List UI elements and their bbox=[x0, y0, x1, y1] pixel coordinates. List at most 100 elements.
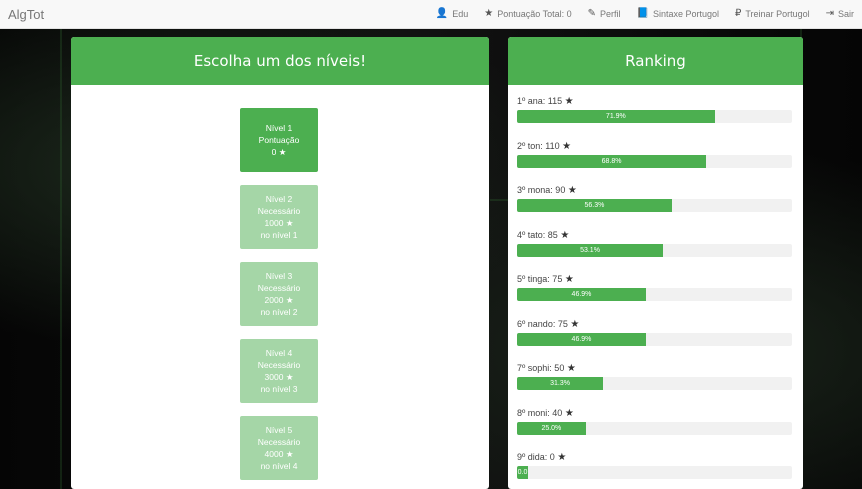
levels-panel: Escolha um dos níveis! Nível 1 Pontuação 0… bbox=[71, 37, 489, 489]
ranking-name-score: 1º ana: 115 bbox=[517, 96, 565, 106]
nav-links: 👤 Edu ★ Pontuação Total: 0 ✎ Perfil 📘 Sintaxe P… bbox=[428, 0, 862, 28]
nav-link-edit[interactable]: ✎ Perfil bbox=[580, 0, 629, 28]
nav-link-label: Edu bbox=[452, 9, 469, 19]
star-icon: ★ bbox=[564, 407, 574, 419]
code-icon: ₽ bbox=[735, 8, 742, 19]
ranking-label: 7º sophi: 50 ★ bbox=[517, 362, 793, 377]
level-line: Nível 5 bbox=[265, 425, 293, 435]
ranking-entry: 4º tato: 85 ★ 53.1% bbox=[517, 229, 793, 274]
ranking-name-score: 2º ton: 110 bbox=[517, 140, 563, 151]
level-line: no nível 3 bbox=[260, 384, 298, 394]
progress-bar: 46.9% bbox=[517, 288, 792, 301]
progress-bar: 56.3% bbox=[517, 199, 792, 212]
level-line: Necessário bbox=[257, 206, 301, 216]
progress-bar-fill: 25.0% bbox=[517, 421, 586, 435]
ranking-name-score: 4º tato: 85 bbox=[517, 229, 561, 240]
levels-panel-title: Escolha um dos níveis! bbox=[71, 37, 489, 85]
level-line: no nível 4 bbox=[260, 461, 298, 471]
brand-logo[interactable]: AlgTot bbox=[8, 7, 44, 22]
ranking-name-score: 6º nando: 75 bbox=[517, 318, 571, 329]
user-icon: 👤 bbox=[435, 8, 449, 19]
progress-bar: 46.9% bbox=[517, 332, 792, 346]
ranking-list: 1º ana: 115 ★ 71.9% 2º ton: 110 ★ 68.8% 3º m… bbox=[508, 85, 803, 489]
level-line: 2000 ★ bbox=[264, 295, 294, 305]
progress-bar-fill: 0.0 bbox=[517, 466, 528, 479]
ranking-panel: Ranking 1º ana: 115 ★ 71.9% 2º ton: 110 ★ 6… bbox=[508, 37, 803, 489]
level-line: no nível 2 bbox=[260, 307, 298, 317]
level-line: Nível 4 bbox=[265, 348, 293, 358]
star-icon: ★ bbox=[484, 8, 494, 19]
ranking-name-score: 5º tinga: 75 bbox=[517, 274, 565, 284]
star-icon: ★ bbox=[570, 318, 580, 330]
ranking-panel-title: Ranking bbox=[508, 37, 803, 85]
level-line: Nível 1 bbox=[265, 123, 293, 133]
level-line: Necessário bbox=[257, 437, 301, 447]
star-icon: ★ bbox=[560, 229, 570, 241]
ranking-label: 8º moni: 40 ★ bbox=[517, 407, 793, 422]
nav-link-label: Perfil bbox=[600, 9, 621, 19]
progress-bar-fill: 46.9% bbox=[517, 288, 646, 301]
level-line: Nível 3 bbox=[265, 271, 293, 281]
logout-icon: ⇥ bbox=[825, 8, 834, 19]
ranking-label: 5º tinga: 75 ★ bbox=[517, 273, 793, 288]
nav-link-code[interactable]: ₽ Treinar Portugol bbox=[727, 0, 818, 28]
ranking-label: 9º dida: 0 ★ bbox=[517, 451, 793, 466]
nav-link-user[interactable]: 👤 Edu bbox=[428, 0, 476, 28]
level-line: 0 ★ bbox=[271, 147, 287, 157]
nav-link-star[interactable]: ★ Pontuação Total: 0 bbox=[476, 0, 579, 28]
progress-bar-fill: 56.3% bbox=[517, 199, 672, 212]
ranking-entry: 6º nando: 75 ★ 46.9% bbox=[517, 318, 793, 363]
level-1-button[interactable]: Nível 1 Pontuação 0 ★ bbox=[240, 108, 318, 172]
progress-bar: 25.0% bbox=[517, 421, 792, 435]
ranking-label: 2º ton: 110 ★ bbox=[517, 140, 793, 155]
nav-link-book[interactable]: 📘 Sintaxe Portugol bbox=[629, 0, 728, 28]
star-icon: ★ bbox=[567, 185, 577, 196]
edit-icon: ✎ bbox=[587, 8, 596, 19]
ranking-entry: 5º tinga: 75 ★ 46.9% bbox=[517, 273, 793, 318]
ranking-name-score: 3º mona: 90 bbox=[517, 185, 568, 195]
progress-bar-fill: 71.9% bbox=[517, 110, 715, 123]
progress-bar: 68.8% bbox=[517, 154, 792, 168]
level-line: Necessário bbox=[257, 283, 301, 293]
level-5-button[interactable]: Nível 5 Necessário 4000 ★ no nível 4 bbox=[240, 416, 318, 480]
nav-link-logout[interactable]: ⇥ Sair bbox=[818, 0, 862, 28]
nav-link-label: Sintaxe Portugol bbox=[652, 9, 720, 19]
top-navbar: AlgTot 👤 Edu ★ Pontuação Total: 0 ✎ Perfil 📘 Si… bbox=[0, 0, 862, 29]
level-line: no nível 1 bbox=[260, 230, 298, 240]
ranking-entry: 7º sophi: 50 ★ 31.3% bbox=[517, 362, 793, 407]
ranking-name-score: 8º moni: 40 bbox=[517, 407, 565, 418]
progress-bar: 71.9% bbox=[517, 110, 792, 123]
nav-link-label: Pontuação Total: 0 bbox=[497, 9, 572, 19]
ranking-label: 4º tato: 85 ★ bbox=[517, 229, 793, 244]
progress-bar: 53.1% bbox=[517, 243, 792, 257]
ranking-entry: 8º moni: 40 ★ 25.0% bbox=[517, 407, 793, 452]
star-icon: ★ bbox=[564, 96, 574, 107]
progress-bar-fill: 53.1% bbox=[517, 243, 664, 257]
level-line: 1000 ★ bbox=[264, 218, 294, 228]
progress-bar: 0.0 bbox=[517, 466, 792, 479]
level-4-button[interactable]: Nível 4 Necessário 3000 ★ no nível 3 bbox=[240, 339, 318, 403]
book-icon: 📘 bbox=[636, 8, 649, 19]
level-2-button[interactable]: Nível 2 Necessário 1000 ★ no nível 1 bbox=[240, 185, 318, 249]
ranking-name-score: 9º dida: 0 bbox=[517, 452, 558, 462]
star-icon: ★ bbox=[566, 363, 576, 374]
level-3-button[interactable]: Nível 3 Necessário 2000 ★ no nível 2 bbox=[240, 262, 318, 326]
nav-link-label: Treinar Portugol bbox=[745, 9, 810, 19]
ranking-entry: 3º mona: 90 ★ 56.3% bbox=[517, 184, 793, 229]
ranking-label: 1º ana: 115 ★ bbox=[517, 95, 793, 110]
star-icon: ★ bbox=[557, 452, 567, 463]
progress-bar-fill: 31.3% bbox=[517, 377, 604, 390]
level-line: Pontuação bbox=[258, 135, 300, 145]
ranking-entry: 1º ana: 115 ★ 71.9% bbox=[517, 95, 793, 140]
progress-bar-fill: 68.8% bbox=[517, 154, 707, 168]
progress-bar: 31.3% bbox=[517, 377, 792, 390]
level-line: Necessário bbox=[257, 360, 301, 370]
ranking-entry: 9º dida: 0 ★ 0.0 bbox=[517, 451, 793, 489]
level-line: Nível 2 bbox=[265, 194, 293, 204]
star-icon: ★ bbox=[562, 140, 572, 152]
level-line: 4000 ★ bbox=[264, 449, 294, 459]
ranking-label: 6º nando: 75 ★ bbox=[517, 318, 793, 333]
ranking-entry: 2º ton: 110 ★ 68.8% bbox=[517, 140, 793, 185]
ranking-label: 3º mona: 90 ★ bbox=[517, 184, 793, 199]
level-line: 3000 ★ bbox=[264, 372, 294, 382]
